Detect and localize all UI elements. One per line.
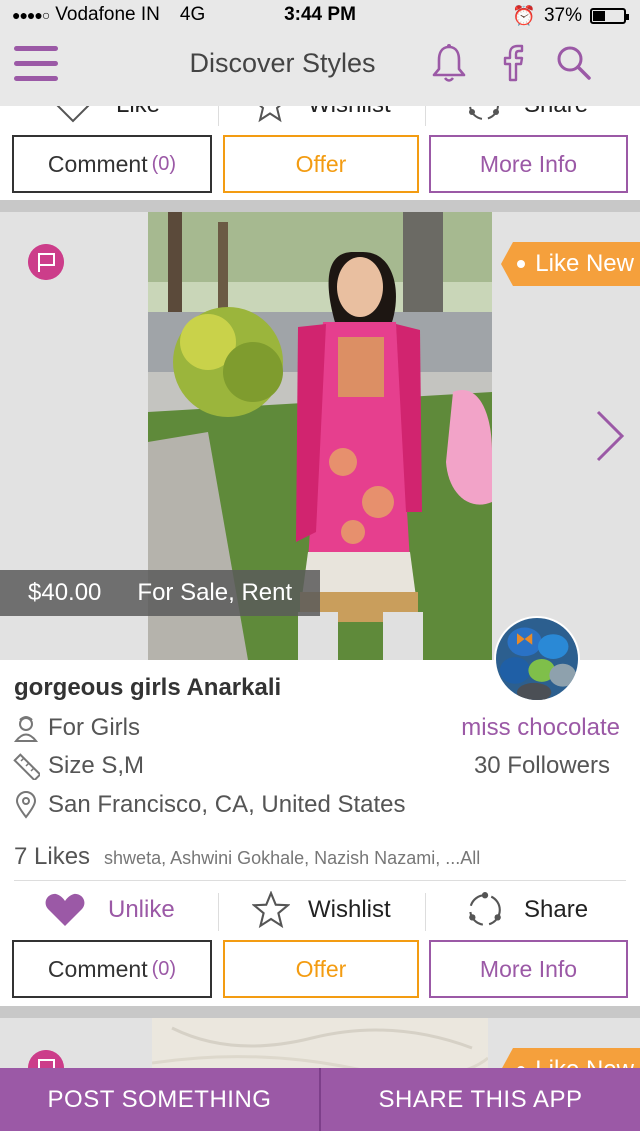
prev-comment-button[interactable]: Comment (0) xyxy=(12,135,212,193)
facebook-icon[interactable] xyxy=(492,42,534,84)
battery-fill xyxy=(593,11,605,21)
size-row: Size S,M xyxy=(12,752,144,780)
share-label: Share xyxy=(524,896,589,923)
share-action[interactable]: Share xyxy=(466,887,588,933)
heart-outline-icon xyxy=(56,106,90,123)
unlike-action[interactable]: Unlike xyxy=(44,887,175,933)
price-label: $40.00 xyxy=(28,579,102,606)
star-outline-icon xyxy=(252,891,290,929)
comment-label: Comment xyxy=(47,150,148,177)
alarm-icon: ⏰ xyxy=(512,6,536,27)
post-media[interactable]: Like New $40.00 For Sale, Rent xyxy=(0,212,640,660)
price-bar: $40.00 For Sale, Rent xyxy=(0,570,320,616)
battery-icon xyxy=(590,8,629,24)
bottom-action-bar: POST SOMETHING SHARE THIS APP xyxy=(0,1068,640,1131)
condition-tag: Like New xyxy=(501,242,640,286)
sale-type-label: For Sale, Rent xyxy=(137,579,293,606)
likers-list[interactable]: shweta, Ashwini Gokhale, Nazish Nazami, … xyxy=(104,848,480,869)
battery-label: 37% xyxy=(543,5,582,26)
share-icon xyxy=(469,892,501,926)
flag-icon[interactable] xyxy=(28,244,64,280)
heart-filled-icon xyxy=(45,893,85,926)
feed-list[interactable]: Like Wishlist Share Comment (0) Offer Mo… xyxy=(0,106,640,1068)
seller-name-link[interactable]: miss chocolate xyxy=(461,714,620,742)
prev-share-label: Share xyxy=(524,106,588,119)
likes-count[interactable]: 7 Likes xyxy=(14,843,90,871)
star-outline-icon xyxy=(258,106,282,123)
card-separator xyxy=(0,200,640,212)
prev-wishlist-label: Wishlist xyxy=(308,106,391,119)
category-row: For Girls xyxy=(12,714,140,742)
comment-button[interactable]: Comment (0) xyxy=(12,940,212,998)
item-title[interactable]: gorgeous girls Anarkali xyxy=(14,674,281,702)
comment-label: Comment xyxy=(47,955,148,982)
status-bar: ●●●●○ Vodafone IN 4G 3:44 PM ⏰ 37% xyxy=(0,0,640,30)
girl-icon xyxy=(13,716,39,742)
comment-count: (0) xyxy=(151,152,177,175)
likes-row: 7 Likes shweta, Ashwini Gokhale, Nazish … xyxy=(14,843,480,871)
prev-wishlist-action[interactable]: Wishlist xyxy=(252,106,391,128)
unlike-label: Unlike xyxy=(108,896,175,923)
post-actions: Unlike Wishlist Share xyxy=(0,887,640,933)
prev-offer-button[interactable]: Offer xyxy=(223,135,419,193)
ruler-icon xyxy=(13,753,40,780)
bell-icon[interactable] xyxy=(428,42,470,84)
page-title: Discover Styles xyxy=(189,48,376,78)
post-something-button[interactable]: POST SOMETHING xyxy=(0,1068,319,1131)
size-label: Size S,M xyxy=(48,752,145,779)
menu-icon[interactable] xyxy=(14,46,58,82)
chevron-right-icon[interactable] xyxy=(592,408,628,464)
next-product-photo[interactable] xyxy=(152,1018,488,1068)
nav-bar: Discover Styles xyxy=(0,30,640,106)
wishlist-action[interactable]: Wishlist xyxy=(252,887,391,933)
card-separator xyxy=(0,1006,640,1018)
next-condition-tag: Like New xyxy=(501,1048,640,1068)
more-info-button[interactable]: More Info xyxy=(429,940,628,998)
divider xyxy=(14,880,626,881)
prev-like-label: Like xyxy=(116,106,160,119)
search-icon[interactable] xyxy=(552,42,594,84)
location-label: San Francisco, CA, United States xyxy=(48,791,406,818)
prev-post-actions: Like Wishlist Share xyxy=(0,106,640,128)
prev-share-action[interactable]: Share xyxy=(466,106,588,128)
prev-like-action[interactable]: Like xyxy=(52,106,160,128)
category-label: For Girls xyxy=(48,714,140,741)
wishlist-label: Wishlist xyxy=(308,896,391,923)
comment-count: (0) xyxy=(151,957,177,980)
share-icon xyxy=(469,106,499,120)
prev-more-info-button[interactable]: More Info xyxy=(429,135,628,193)
location-pin-icon xyxy=(15,791,37,819)
followers-count: 30 Followers xyxy=(473,752,610,779)
share-app-button[interactable]: SHARE THIS APP xyxy=(321,1068,640,1131)
offer-button[interactable]: Offer xyxy=(223,940,419,998)
flag-icon[interactable] xyxy=(28,1050,64,1068)
seller-avatar[interactable] xyxy=(494,616,580,702)
battery-info: ⏰ 37% xyxy=(512,4,629,28)
location-row: San Francisco, CA, United States xyxy=(12,791,406,819)
next-post-media[interactable]: Like New xyxy=(0,1018,640,1068)
